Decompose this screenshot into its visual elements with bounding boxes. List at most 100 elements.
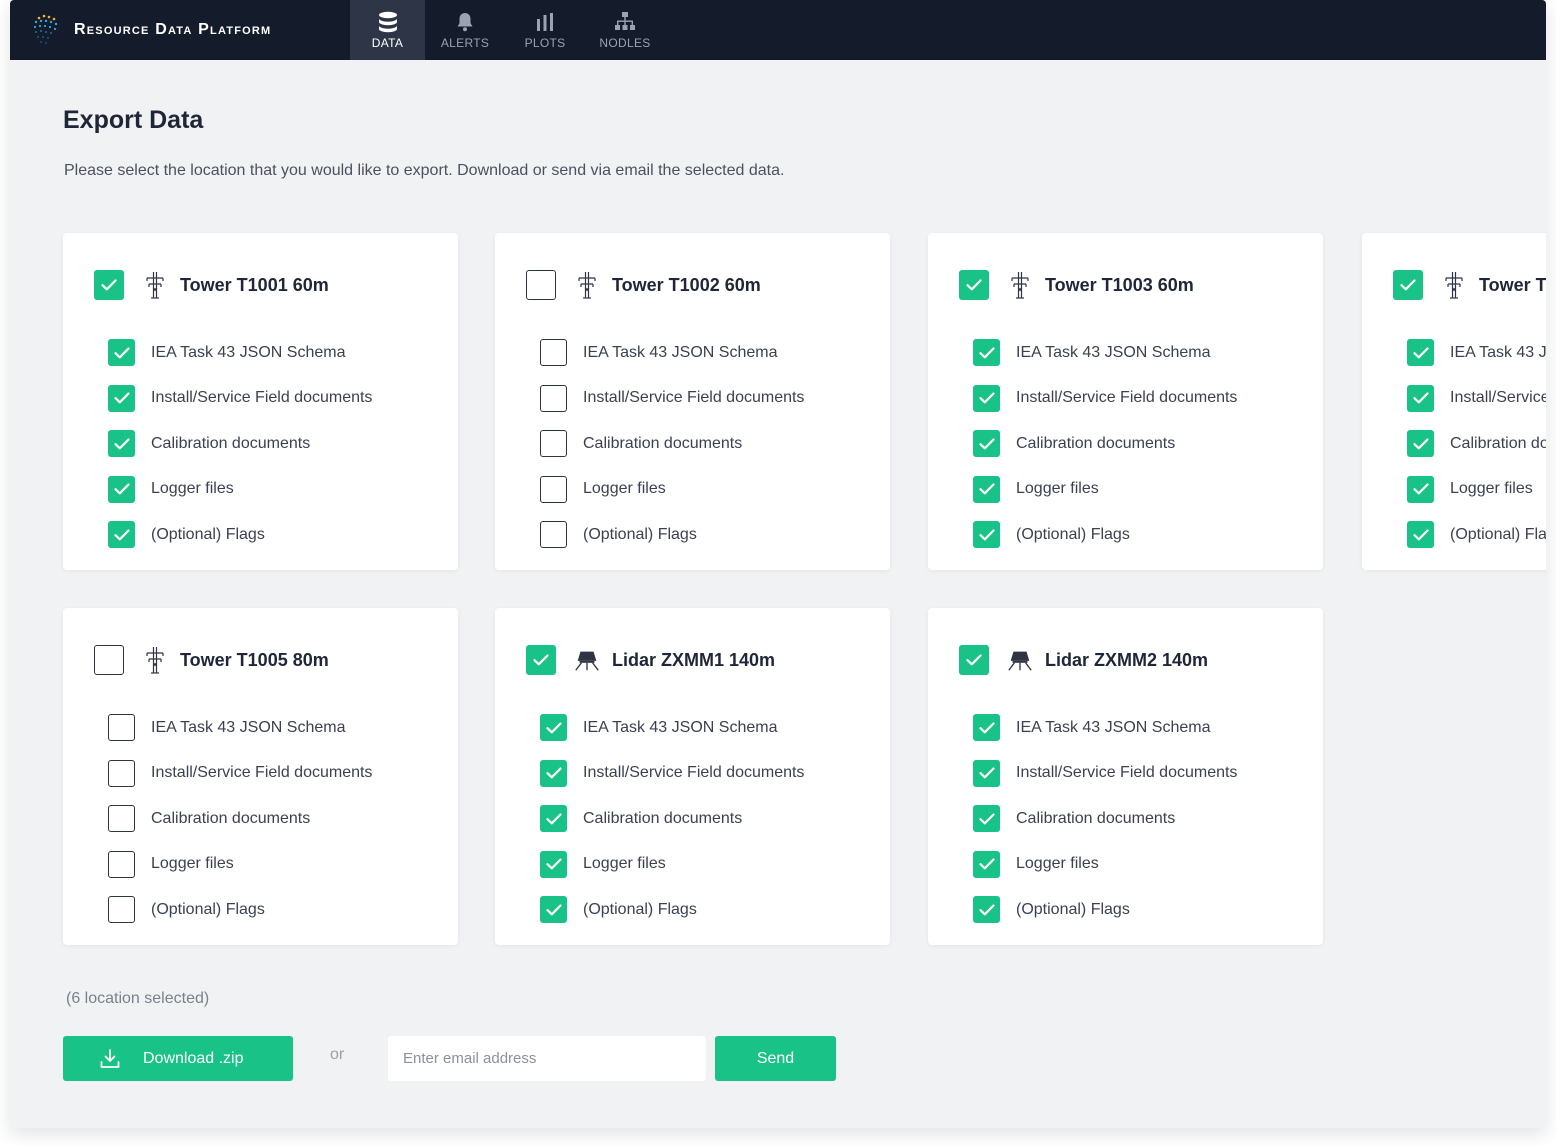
option-row[interactable]: IEA Task 43 JSON Schema	[540, 330, 804, 376]
option-checkbox[interactable]	[108, 430, 135, 458]
option-checkbox[interactable]	[108, 521, 135, 549]
option-row[interactable]: (Optional) Flags	[973, 512, 1237, 558]
option-checkbox[interactable]	[540, 430, 567, 458]
download-zip-button[interactable]: Download .zip	[63, 1036, 293, 1081]
option-checkbox[interactable]	[973, 714, 1000, 742]
option-list: IEA Task 43 JSON Schema Install/Service F…	[1407, 330, 1546, 558]
option-row[interactable]: IEA Task 43 JSON Schema	[973, 330, 1237, 376]
option-row[interactable]: Calibration documents	[540, 421, 804, 467]
option-row[interactable]: (Optional) Flags	[1407, 512, 1546, 558]
location-checkbox[interactable]	[959, 645, 989, 675]
option-checkbox[interactable]	[973, 430, 1000, 458]
nav-tab-label: ALERTS	[440, 35, 490, 50]
option-row[interactable]: (Optional) Flags	[108, 512, 372, 558]
lidar-icon	[1006, 646, 1034, 674]
option-checkbox[interactable]	[108, 896, 135, 924]
option-label: Calibration documents	[583, 809, 743, 827]
option-checkbox[interactable]	[108, 805, 135, 833]
option-row[interactable]: Calibration documents	[1407, 421, 1546, 467]
nav-tab-plots[interactable]: PLOTS	[505, 0, 585, 60]
option-checkbox[interactable]	[108, 714, 135, 742]
option-checkbox[interactable]	[973, 521, 1000, 549]
option-checkbox[interactable]	[1407, 430, 1434, 458]
option-checkbox[interactable]	[108, 759, 135, 787]
option-row[interactable]: Install/Service Field documents	[973, 751, 1237, 797]
lidar-icon	[573, 646, 601, 674]
option-checkbox[interactable]	[540, 384, 567, 412]
option-checkbox[interactable]	[973, 805, 1000, 833]
location-checkbox[interactable]	[526, 645, 556, 675]
option-row[interactable]: Logger files	[108, 842, 372, 888]
nav-tab-alerts[interactable]: ALERTS	[425, 0, 505, 60]
option-row[interactable]: Logger files	[973, 842, 1237, 888]
option-checkbox[interactable]	[540, 896, 567, 924]
option-row[interactable]: Logger files	[973, 467, 1237, 513]
option-row[interactable]: Install/Service Field documents	[540, 751, 804, 797]
location-checkbox[interactable]	[526, 270, 556, 300]
option-row[interactable]: Logger files	[540, 467, 804, 513]
option-row[interactable]: Install/Service Field documents	[973, 376, 1237, 422]
option-list: IEA Task 43 JSON Schema Install/Service F…	[973, 330, 1237, 558]
database-icon	[377, 11, 399, 33]
option-label: Calibration documents	[1016, 434, 1176, 452]
option-checkbox[interactable]	[540, 759, 567, 787]
option-checkbox[interactable]	[108, 339, 135, 367]
option-checkbox[interactable]	[1407, 339, 1434, 367]
option-checkbox[interactable]	[973, 896, 1000, 924]
option-row[interactable]: (Optional) Flags	[540, 512, 804, 558]
option-checkbox[interactable]	[1407, 475, 1434, 503]
option-checkbox[interactable]	[540, 475, 567, 503]
option-row[interactable]: IEA Task 43 JSON Schema	[973, 705, 1237, 751]
option-label: IEA Task 43 JSON Schema	[1016, 343, 1211, 361]
option-checkbox[interactable]	[108, 850, 135, 878]
option-row[interactable]: Install/Service Field documents	[1407, 376, 1546, 422]
option-row[interactable]: IEA Task 43 JSON Schema	[108, 705, 372, 751]
option-row[interactable]: Install/Service Field documents	[108, 376, 372, 422]
option-row[interactable]: Calibration documents	[108, 421, 372, 467]
option-row[interactable]: IEA Task 43 JSON Schema	[108, 330, 372, 376]
option-row[interactable]: (Optional) Flags	[108, 887, 372, 933]
location-checkbox[interactable]	[1393, 270, 1423, 300]
option-row[interactable]: (Optional) Flags	[540, 887, 804, 933]
location-card: Tower T1005 80m IEA Task 43 JSON Schema In…	[63, 608, 458, 945]
option-checkbox[interactable]	[108, 384, 135, 412]
option-row[interactable]: IEA Task 43 JSON Schema	[1407, 330, 1546, 376]
option-row[interactable]: Calibration documents	[973, 421, 1237, 467]
option-checkbox[interactable]	[973, 475, 1000, 503]
option-label: Logger files	[151, 855, 234, 873]
option-row[interactable]: Logger files	[1407, 467, 1546, 513]
email-input[interactable]	[388, 1036, 706, 1081]
option-checkbox[interactable]	[540, 521, 567, 549]
send-button[interactable]: Send	[715, 1036, 836, 1081]
option-row[interactable]: Calibration documents	[973, 796, 1237, 842]
location-card: Tower T1001 60m IEA Task 43 JSON Schema In…	[63, 233, 458, 570]
location-checkbox[interactable]	[94, 270, 124, 300]
option-checkbox[interactable]	[973, 384, 1000, 412]
location-checkbox[interactable]	[94, 645, 124, 675]
bar-chart-icon	[534, 11, 556, 33]
option-checkbox[interactable]	[973, 759, 1000, 787]
option-checkbox[interactable]	[540, 850, 567, 878]
option-row[interactable]: Logger files	[540, 842, 804, 888]
option-row[interactable]: IEA Task 43 JSON Schema	[540, 705, 804, 751]
option-row[interactable]: Install/Service Field documents	[540, 376, 804, 422]
option-checkbox[interactable]	[108, 475, 135, 503]
option-row[interactable]: Logger files	[108, 467, 372, 513]
option-checkbox[interactable]	[1407, 521, 1434, 549]
option-row[interactable]: Calibration documents	[108, 796, 372, 842]
location-name: Lidar ZXMM1 140m	[612, 649, 776, 670]
option-checkbox[interactable]	[1407, 384, 1434, 412]
location-checkbox[interactable]	[959, 270, 989, 300]
option-row[interactable]: Install/Service Field documents	[108, 751, 372, 797]
option-checkbox[interactable]	[540, 339, 567, 367]
option-checkbox[interactable]	[973, 339, 1000, 367]
option-checkbox[interactable]	[973, 850, 1000, 878]
option-checkbox[interactable]	[540, 714, 567, 742]
option-row[interactable]: (Optional) Flags	[973, 887, 1237, 933]
brand[interactable]: Resource Data Platform	[30, 10, 271, 50]
option-row[interactable]: Calibration documents	[540, 796, 804, 842]
option-label: Calibration documents	[151, 434, 311, 452]
nav-tab-nodles[interactable]: NODLES	[585, 0, 665, 60]
option-checkbox[interactable]	[540, 805, 567, 833]
nav-tab-data[interactable]: DATA	[350, 0, 425, 60]
